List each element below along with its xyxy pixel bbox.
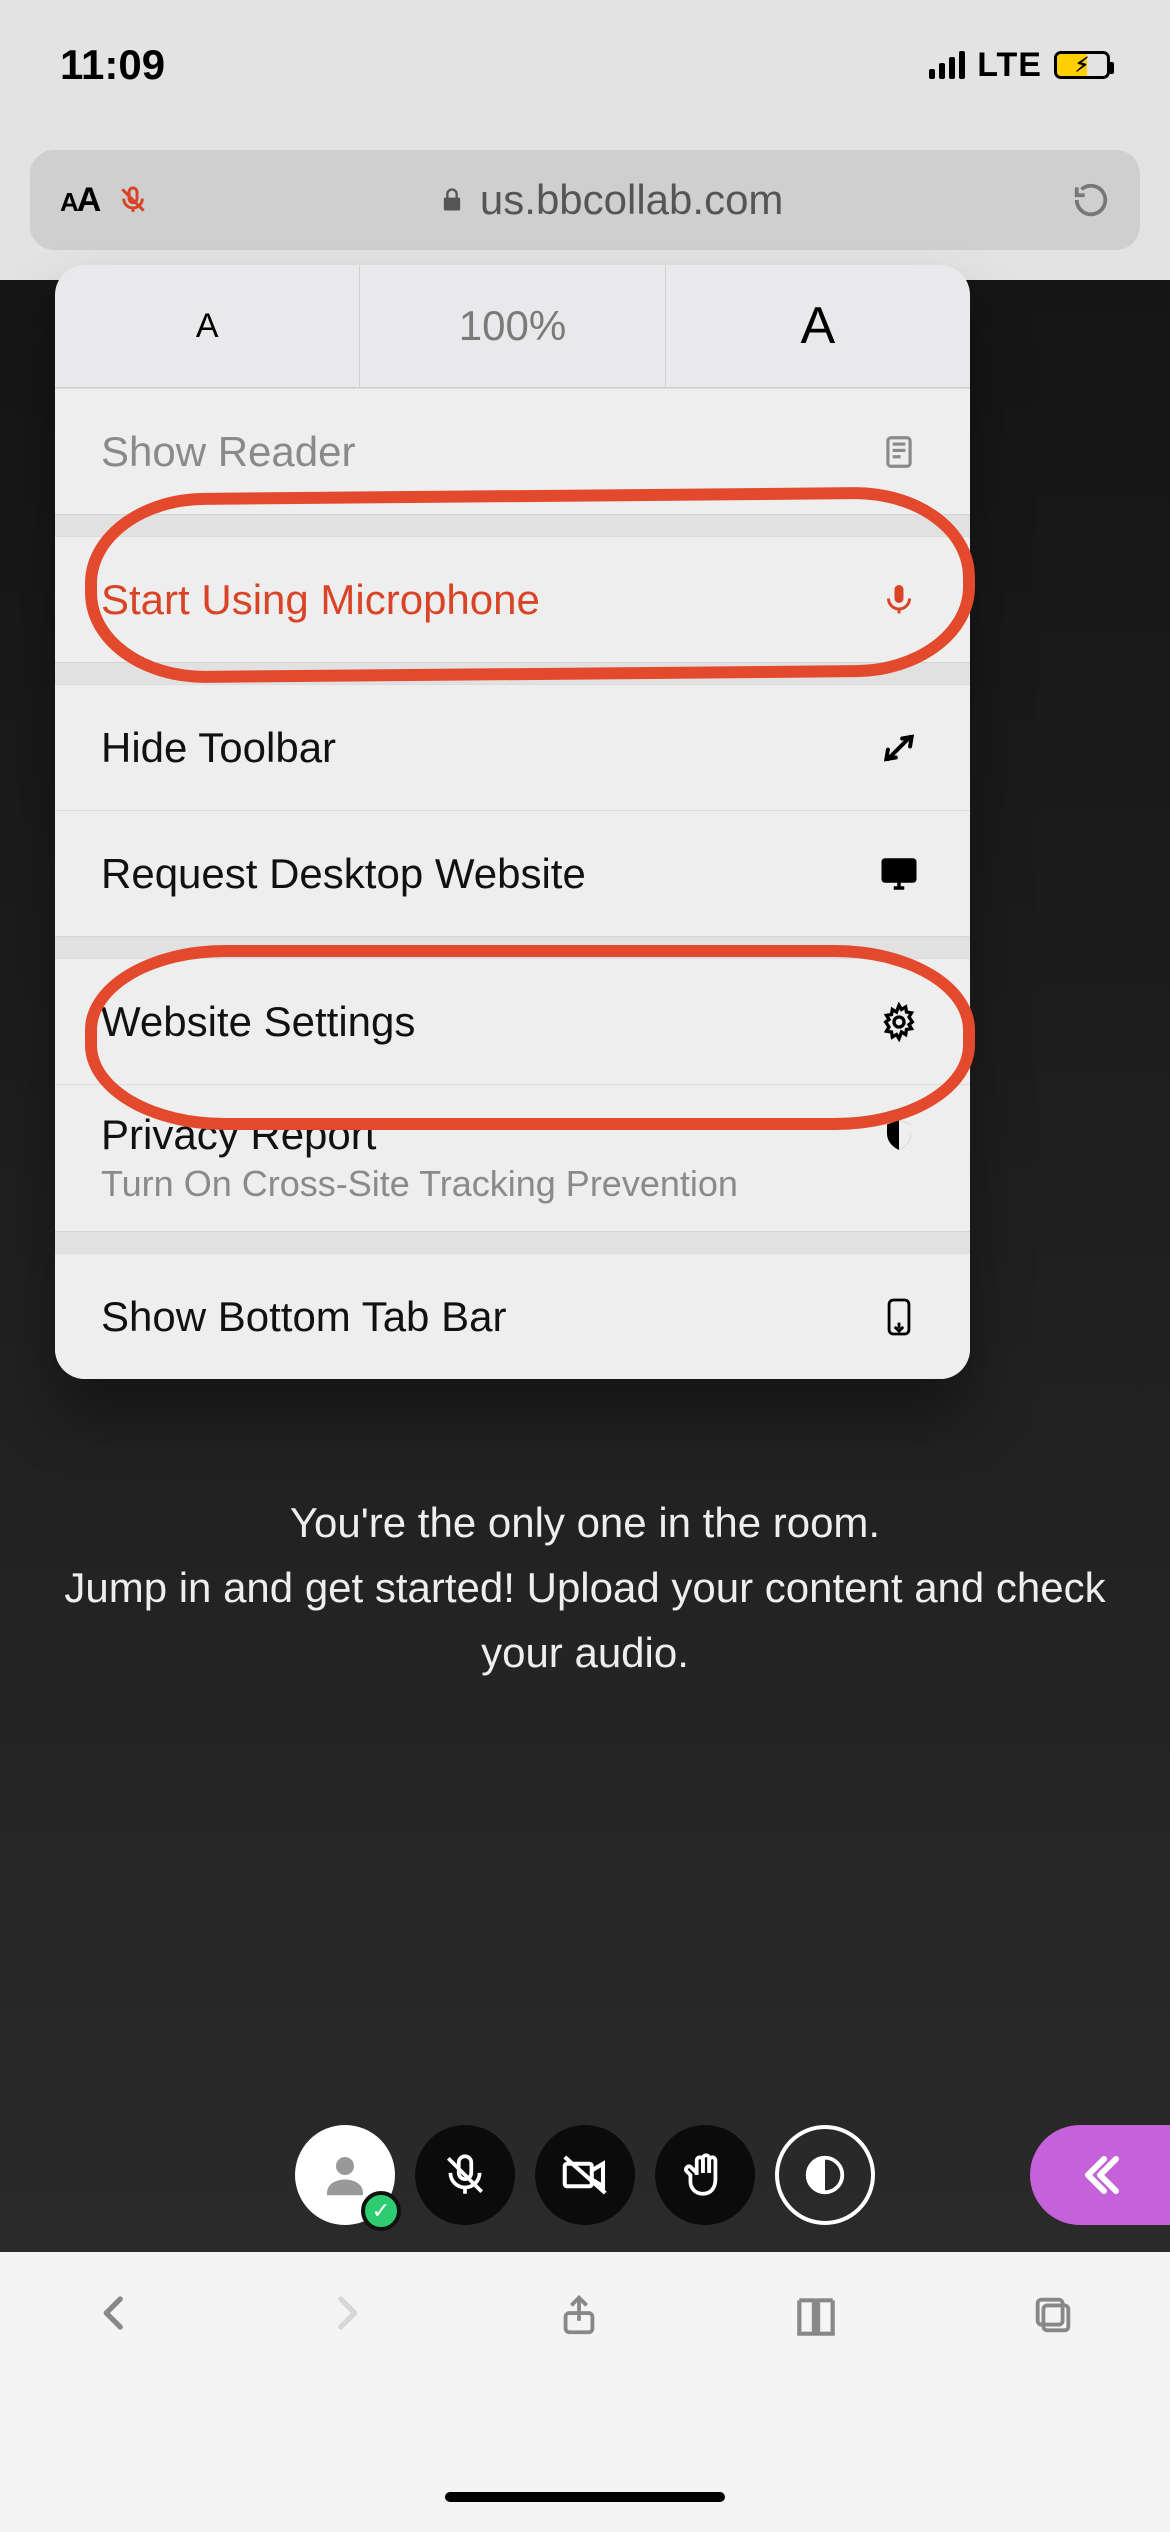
collab-toolbar: ✓: [0, 2105, 1170, 2245]
back-button[interactable]: [94, 2292, 136, 2334]
mic-muted-icon: [117, 184, 149, 216]
zoom-level[interactable]: 100%: [360, 265, 665, 387]
tab-bar-icon: [874, 1297, 924, 1337]
show-bottom-tab-label: Show Bottom Tab Bar: [101, 1293, 506, 1341]
reader-icon: [874, 433, 924, 471]
privacy-report-label: Privacy Report: [101, 1111, 376, 1159]
zoom-out-button[interactable]: A: [55, 265, 360, 387]
show-reader-label: Show Reader: [101, 428, 355, 476]
collapse-panel-button[interactable]: [1030, 2125, 1170, 2225]
start-microphone-label: Start Using Microphone: [101, 576, 540, 624]
zoom-row: A 100% A: [55, 265, 970, 388]
show-reader-row: Show Reader: [55, 388, 970, 514]
privacy-report-row[interactable]: Privacy Report Turn On Cross-Site Tracki…: [55, 1084, 970, 1231]
status-time: 11:09: [60, 41, 165, 89]
room-message: You're the only one in the room. Jump in…: [0, 1490, 1170, 1685]
gear-icon: [874, 1002, 924, 1042]
lock-icon: [438, 186, 466, 214]
privacy-report-subtitle: Turn On Cross-Site Tracking Prevention: [101, 1163, 924, 1205]
url-bar[interactable]: AA us.bbcollab.com: [30, 150, 1140, 250]
bookmarks-button[interactable]: [791, 2292, 841, 2342]
shield-icon: [874, 1117, 924, 1153]
status-button[interactable]: [775, 2125, 875, 2225]
website-settings-row[interactable]: Website Settings: [55, 958, 970, 1084]
show-bottom-tab-row[interactable]: Show Bottom Tab Bar: [55, 1253, 970, 1379]
url-domain: us.bbcollab.com: [480, 176, 784, 224]
expand-icon: [874, 729, 924, 767]
desktop-icon: [874, 853, 924, 895]
status-right: LTE ⚡︎: [929, 46, 1110, 85]
aa-popover: A 100% A Show Reader Start Using Microph…: [55, 265, 970, 1379]
reload-icon[interactable]: [1072, 181, 1110, 219]
battery-icon: ⚡︎: [1054, 51, 1110, 79]
raise-hand-button[interactable]: [655, 2125, 755, 2225]
start-microphone-row[interactable]: Start Using Microphone: [55, 536, 970, 662]
status-bar: 11:09 LTE ⚡︎: [0, 0, 1170, 130]
share-button[interactable]: [556, 2292, 602, 2338]
microphone-icon: [874, 582, 924, 618]
avatar-button[interactable]: ✓: [295, 2125, 395, 2225]
network-label: LTE: [977, 46, 1042, 85]
website-settings-label: Website Settings: [101, 998, 415, 1046]
hide-toolbar-row[interactable]: Hide Toolbar: [55, 684, 970, 810]
zoom-in-button[interactable]: A: [666, 265, 970, 387]
safari-bottom-nav: [0, 2252, 1170, 2532]
mute-mic-button[interactable]: [415, 2125, 515, 2225]
hide-toolbar-label: Hide Toolbar: [101, 724, 336, 772]
forward-button[interactable]: [325, 2292, 367, 2334]
request-desktop-row[interactable]: Request Desktop Website: [55, 810, 970, 936]
home-indicator[interactable]: [445, 2492, 725, 2502]
tabs-button[interactable]: [1030, 2292, 1076, 2338]
check-icon: ✓: [361, 2191, 401, 2231]
text-size-button[interactable]: AA: [60, 181, 99, 220]
mute-video-button[interactable]: [535, 2125, 635, 2225]
cellular-signal-icon: [929, 51, 965, 79]
request-desktop-label: Request Desktop Website: [101, 850, 586, 898]
